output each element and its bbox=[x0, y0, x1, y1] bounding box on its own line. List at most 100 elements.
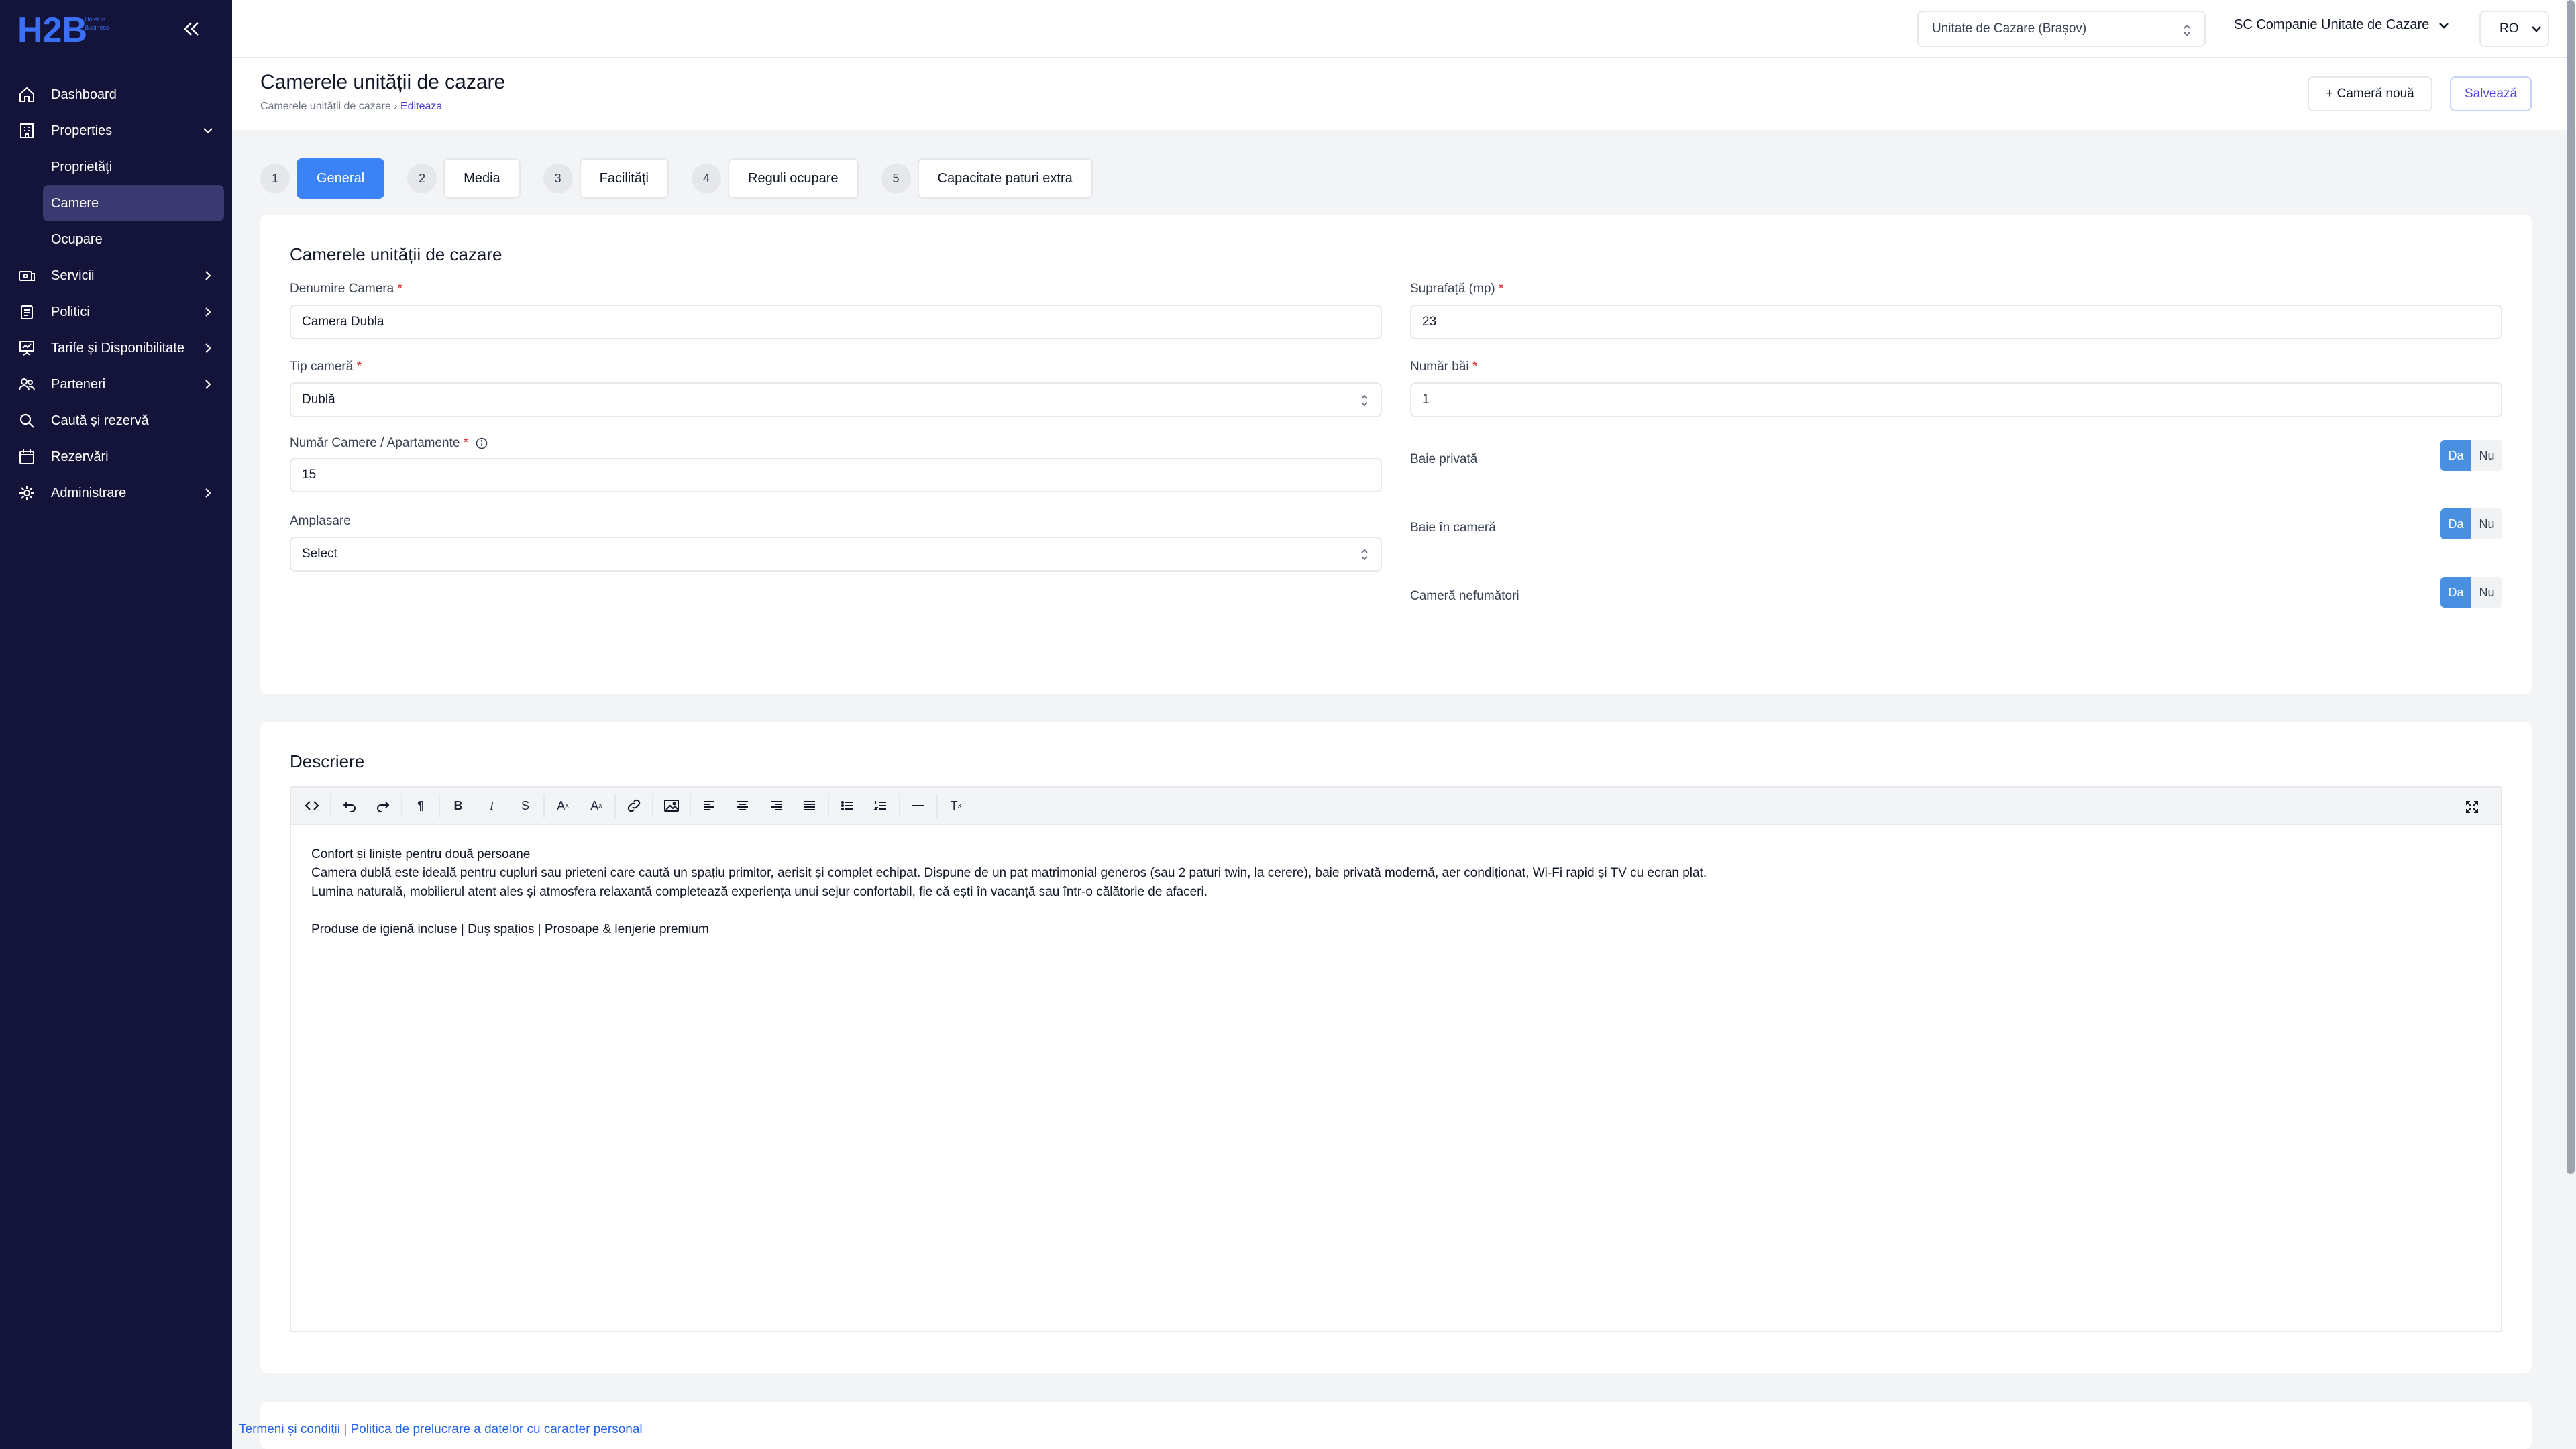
building-icon bbox=[17, 121, 36, 140]
info-icon[interactable] bbox=[476, 437, 488, 449]
tab-facilitati[interactable]: Facilități bbox=[579, 158, 669, 199]
scrollbar[interactable] bbox=[2567, 0, 2575, 1174]
sidebar-subitem-ocupare[interactable]: Ocupare bbox=[43, 221, 224, 258]
page-header: Camerele unității de cazare Camerele uni… bbox=[232, 58, 2576, 130]
room-type-select[interactable]: Dublă bbox=[290, 382, 1382, 417]
clipboard-icon bbox=[17, 303, 36, 321]
in-room-bath-yes[interactable]: Da bbox=[2440, 508, 2471, 539]
location-value: Select bbox=[302, 547, 337, 561]
step-number: 3 bbox=[543, 164, 573, 193]
sidebar-subitem-proprietati[interactable]: Proprietăți bbox=[43, 149, 224, 185]
paragraph-icon[interactable]: ¶ bbox=[404, 789, 437, 822]
numbered-list-icon[interactable] bbox=[864, 789, 898, 822]
toolbar-separator bbox=[614, 794, 616, 818]
toolbar-separator bbox=[330, 794, 331, 818]
tab-reguli-ocupare[interactable]: Reguli ocupare bbox=[728, 158, 859, 199]
align-justify-icon[interactable] bbox=[793, 789, 826, 822]
sidebar-item-rezervari[interactable]: Rezervări bbox=[0, 439, 232, 475]
sidebar-item-servicii[interactable]: Servicii bbox=[0, 258, 232, 294]
non-smoking-no[interactable]: Nu bbox=[2471, 577, 2502, 608]
sidebar-subitem-camere[interactable]: Camere bbox=[43, 185, 224, 221]
fullscreen-icon[interactable] bbox=[2455, 790, 2489, 824]
new-room-button[interactable]: + Cameră nouă bbox=[2308, 76, 2432, 111]
company-dropdown[interactable]: SC Companie Unitate de Cazare bbox=[2234, 17, 2451, 33]
chevron-right-icon bbox=[201, 305, 215, 319]
required-mark: * bbox=[397, 282, 402, 296]
language-select[interactable]: RO bbox=[2479, 11, 2549, 47]
align-center-icon[interactable] bbox=[726, 789, 759, 822]
undo-icon[interactable] bbox=[333, 789, 366, 822]
italic-icon[interactable]: I bbox=[475, 789, 508, 822]
in-room-bath-label: Baie în cameră bbox=[1410, 521, 1496, 535]
clear-format-icon[interactable]: Tx bbox=[939, 789, 973, 822]
room-type-value: Dublă bbox=[302, 392, 335, 407]
align-left-icon[interactable] bbox=[692, 789, 726, 822]
toolbar-separator bbox=[828, 794, 829, 818]
label-text: Suprafață (mp) bbox=[1410, 282, 1495, 296]
sidebar-item-politici[interactable]: Politici bbox=[0, 294, 232, 330]
area-label: Suprafață (mp) * bbox=[1410, 282, 1503, 297]
breadcrumb-separator: › bbox=[394, 101, 398, 112]
sidebar-item-administrare[interactable]: Administrare bbox=[0, 475, 232, 511]
toolbar-separator bbox=[439, 794, 440, 818]
svg-text:H2B: H2B bbox=[17, 11, 87, 47]
tab-capacitate-paturi[interactable]: Capacitate paturi extra bbox=[917, 158, 1093, 199]
rooms-count-field[interactable]: 15 bbox=[290, 458, 1382, 492]
link-icon[interactable] bbox=[617, 789, 651, 822]
non-smoking-yes[interactable]: Da bbox=[2440, 577, 2471, 608]
tab-general[interactable]: General bbox=[297, 158, 385, 199]
location-select[interactable]: Select bbox=[290, 537, 1382, 572]
sidebar: H2B Hotel to Business Dashboard Properti… bbox=[0, 0, 232, 1449]
breadcrumb: Camerele unității de cazare › Editeaza bbox=[260, 101, 442, 113]
chevron-right-icon bbox=[201, 378, 215, 391]
h2b-logo[interactable]: H2B Hotel to Business bbox=[17, 9, 118, 50]
footer-separator: | bbox=[343, 1422, 347, 1436]
align-right-icon[interactable] bbox=[759, 789, 793, 822]
home-icon bbox=[17, 85, 36, 104]
save-button[interactable]: Salvează bbox=[2450, 76, 2532, 111]
sidebar-item-cauta[interactable]: Caută și rezervă bbox=[0, 402, 232, 439]
terms-link[interactable]: Termeni și condiții bbox=[239, 1422, 340, 1436]
toolbar-separator bbox=[543, 794, 545, 818]
private-bath-toggle: Da Nu bbox=[2440, 440, 2502, 471]
image-icon[interactable] bbox=[655, 789, 688, 822]
label-text: Denumire Camera bbox=[290, 282, 394, 296]
area-field[interactable]: 23 bbox=[1410, 305, 2502, 339]
bold-icon[interactable]: B bbox=[441, 789, 475, 822]
topbar bbox=[232, 0, 2576, 58]
step-number: 5 bbox=[881, 164, 911, 193]
in-room-bath-no[interactable]: Nu bbox=[2471, 508, 2502, 539]
strikethrough-icon[interactable]: S bbox=[508, 789, 542, 822]
superscript-icon[interactable]: Ax bbox=[546, 789, 580, 822]
sidebar-item-properties[interactable]: Properties bbox=[0, 113, 232, 149]
room-name-field[interactable]: Camera Dubla bbox=[290, 305, 1382, 339]
unit-select[interactable]: Unitate de Cazare (Brașov) bbox=[1917, 11, 2206, 47]
private-bath-no[interactable]: Nu bbox=[2471, 440, 2502, 471]
sidebar-item-parteneri[interactable]: Parteneri bbox=[0, 366, 232, 402]
redo-icon[interactable] bbox=[366, 789, 400, 822]
code-view-icon[interactable] bbox=[295, 789, 329, 822]
baths-field[interactable]: 1 bbox=[1410, 382, 2502, 417]
settings-icon bbox=[17, 484, 36, 502]
select-arrows-icon bbox=[1359, 393, 1370, 408]
privacy-link[interactable]: Politica de prelucrare a datelor cu cara… bbox=[351, 1422, 643, 1436]
subscript-icon[interactable]: Ax bbox=[580, 789, 613, 822]
editor-content[interactable]: Confort și liniște pentru două persoane … bbox=[291, 825, 2501, 959]
step-general: 1 General bbox=[260, 158, 385, 199]
bullet-list-icon[interactable] bbox=[830, 789, 864, 822]
breadcrumb-parent[interactable]: Camerele unității de cazare bbox=[260, 101, 391, 112]
required-mark: * bbox=[1499, 282, 1504, 296]
chevron-down-icon bbox=[2530, 22, 2543, 36]
room-type-label: Tip cameră * bbox=[290, 360, 362, 374]
sidebar-item-tarife[interactable]: Tarife și Disponibilitate bbox=[0, 330, 232, 366]
tab-media[interactable]: Media bbox=[443, 158, 521, 199]
sidebar-item-label: Parteneri bbox=[51, 376, 106, 392]
collapse-sidebar-icon[interactable] bbox=[180, 17, 203, 40]
horizontal-rule-icon[interactable] bbox=[902, 789, 935, 822]
label-text: Tip cameră bbox=[290, 360, 354, 374]
sidebar-item-dashboard[interactable]: Dashboard bbox=[0, 76, 232, 113]
step-number: 4 bbox=[692, 164, 721, 193]
location-label: Amplasare bbox=[290, 514, 351, 528]
private-bath-yes[interactable]: Da bbox=[2440, 440, 2471, 471]
required-mark: * bbox=[1472, 360, 1478, 374]
